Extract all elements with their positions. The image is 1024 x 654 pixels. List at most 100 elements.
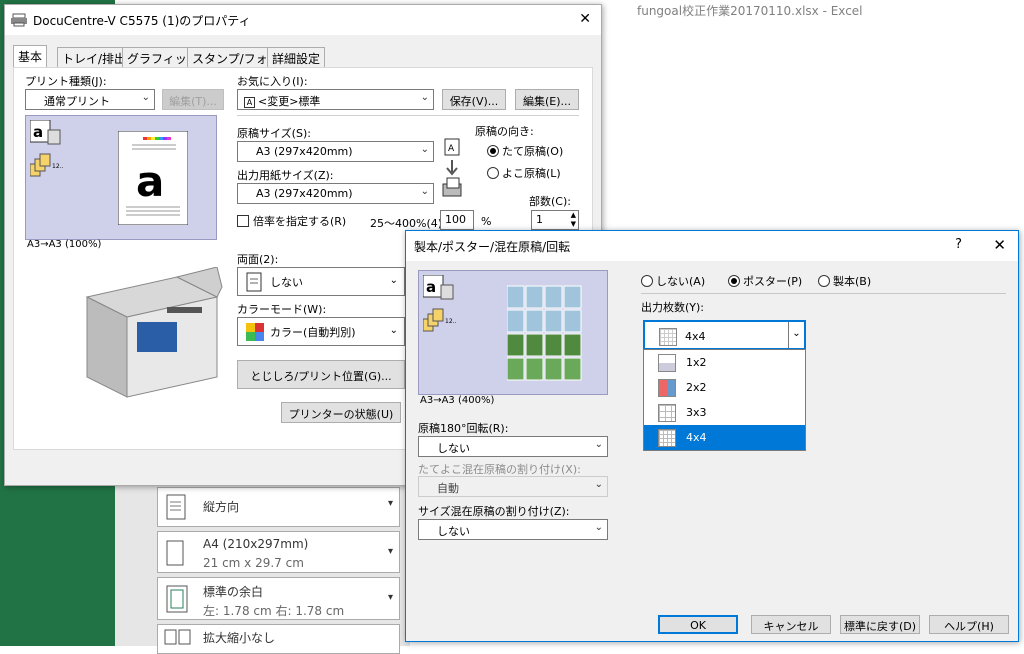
page-portrait-icon xyxy=(166,494,186,520)
dialog-preview-caption: A3→A3 (400%) xyxy=(420,395,495,406)
mode-poster-radio[interactable]: ポスター(P) xyxy=(728,273,802,289)
reset-defaults-button[interactable]: 標準に戻す(D) xyxy=(840,615,920,634)
divider xyxy=(641,293,1006,294)
multifunction-printer-image xyxy=(85,267,223,398)
out-size-label: 出力用紙サイズ(Z): xyxy=(237,169,334,182)
rotate-select[interactable]: しない ⌄ xyxy=(418,436,608,457)
size-conversion-icon: A xyxy=(442,138,462,197)
dialog-title: 製本/ポスター/混在原稿/回転 xyxy=(414,239,571,254)
mode-none-radio[interactable]: しない(A) xyxy=(641,273,705,289)
option-1x2[interactable]: 1x2 xyxy=(644,350,805,375)
chevron-down-icon: ⌄ xyxy=(389,275,398,286)
tab-tray-output[interactable]: トレイ/排出 xyxy=(57,47,132,67)
scaling-icon xyxy=(164,629,191,645)
dialog-title-bar: 製本/ポスター/混在原稿/回転 ? ✕ xyxy=(406,231,1018,261)
preview-caption: A3→A3 (100%) xyxy=(27,239,102,250)
scale-range-label: 25〜400%(4): xyxy=(370,217,446,230)
mixed-size-select[interactable]: しない ⌄ xyxy=(418,519,608,540)
print-setting-margins[interactable]: 標準の余白 左: 1.78 cm 右: 1.78 cm ▾ xyxy=(157,577,400,620)
duplex-label: 両面(2): xyxy=(237,253,279,266)
close-icon[interactable]: ✕ xyxy=(579,11,591,27)
cancel-button[interactable]: キャンセル xyxy=(751,615,831,634)
print-setting-main: A4 (210x297mm) xyxy=(203,537,309,551)
orig-size-select[interactable]: A3 (297x420mm) ⌄ xyxy=(237,141,434,162)
svg-text:a: a xyxy=(136,157,164,206)
print-setting-main: 拡大縮小なし xyxy=(203,631,276,645)
print-setting-main: 縦方向 xyxy=(203,500,240,514)
scale-checkbox[interactable]: 倍率を指定する(R) xyxy=(237,213,346,229)
properties-title: DocuCentre-V C5575 (1)のプロパティ xyxy=(33,13,251,28)
binding-position-button[interactable]: とじしろ/プリント位置(G)... xyxy=(237,360,405,389)
svg-text:12..: 12.. xyxy=(445,318,457,325)
tile-1x2-icon xyxy=(658,353,676,372)
color-auto-icon xyxy=(246,322,264,341)
mode-booklet-radio[interactable]: 製本(B) xyxy=(818,273,871,289)
svg-text:A: A xyxy=(448,144,455,154)
scale-input[interactable]: 100 xyxy=(440,210,474,230)
print-type-label: プリント種類(J): xyxy=(25,75,107,88)
close-icon[interactable]: ✕ xyxy=(993,236,1006,254)
poster-dialog: 製本/ポスター/混在原稿/回転 ? ✕ a 12.. A3→A3 (400%) … xyxy=(405,230,1019,642)
chevron-down-icon: ▾ xyxy=(387,592,393,603)
print-setting-sub: 21 cm x 29.7 cm xyxy=(203,556,304,570)
dialog-print-preview: a 12.. xyxy=(418,270,608,395)
print-type-select[interactable]: 通常プリント ⌄ xyxy=(25,89,155,110)
option-3x3[interactable]: 3x3 xyxy=(644,400,805,425)
mixed-orientation-select[interactable]: 自動 ⌄ xyxy=(418,476,608,497)
chevron-down-icon: ▾ xyxy=(387,546,393,557)
orientation-label: 原稿の向き: xyxy=(475,125,534,138)
single-side-icon xyxy=(246,272,262,291)
poster-tiles-image xyxy=(507,285,582,381)
output-count-dropdown: 1x2 2x2 3x3 4x4 xyxy=(643,349,806,451)
edit-e-button[interactable]: 編集(E)... xyxy=(515,89,579,110)
copies-label: 部数(C): xyxy=(529,195,571,208)
save-button[interactable]: 保存(V)... xyxy=(442,89,506,110)
tab-advanced[interactable]: 詳細設定 xyxy=(267,47,326,67)
svg-text:a: a xyxy=(33,123,43,141)
chevron-down-icon: ⌄ xyxy=(594,479,603,490)
help-icon[interactable]: ? xyxy=(955,237,962,252)
orientation-landscape-radio[interactable]: よこ原稿(L) xyxy=(487,165,561,181)
favorites-select[interactable]: A <変更>標準 ⌄ xyxy=(237,89,434,110)
chevron-down-icon: ⌄ xyxy=(594,439,603,450)
spinner-arrows-icon[interactable]: ▲ ▼ xyxy=(571,211,576,229)
svg-text:a: a xyxy=(426,278,436,296)
chevron-down-icon: ⌄ xyxy=(141,92,150,103)
chevron-down-icon: ⌄ xyxy=(420,186,429,197)
print-setting-scaling[interactable]: 拡大縮小なし xyxy=(157,624,400,654)
orig-size-label: 原稿サイズ(S): xyxy=(237,127,311,140)
print-setting-paper[interactable]: A4 (210x297mm) 21 cm x 29.7 cm ▾ xyxy=(157,531,400,573)
tile-4x4-icon xyxy=(658,428,676,447)
output-count-select[interactable]: 4x4 ⌄ xyxy=(643,320,806,350)
color-mode-label: カラーモード(W): xyxy=(237,303,327,316)
option-4x4[interactable]: 4x4 xyxy=(644,425,805,450)
print-setting-sub: 左: 1.78 cm 右: 1.78 cm xyxy=(203,604,345,618)
divider xyxy=(237,115,579,116)
option-2x2[interactable]: 2x2 xyxy=(644,375,805,400)
orientation-portrait-radio[interactable]: たて原稿(O) xyxy=(487,143,563,159)
mixed-size-label: サイズ混在原稿の割り付け(Z): xyxy=(418,505,570,518)
mixed-orientation-label: たてよこ混在原稿の割り付け(X): xyxy=(418,463,581,476)
printer-icon xyxy=(11,13,27,27)
duplex-select[interactable]: しない ⌄ xyxy=(237,267,405,296)
out-size-select[interactable]: A3 (297x420mm) ⌄ xyxy=(237,183,434,204)
printer-status-button[interactable]: プリンターの状態(U) xyxy=(281,402,401,423)
document-a-icon: a xyxy=(30,120,61,145)
page-icon xyxy=(166,540,184,566)
collate-stack-icon: 12.. xyxy=(30,153,64,177)
copies-spinner[interactable]: 1 ▲ ▼ xyxy=(531,210,579,230)
print-setting-orientation[interactable]: 縦方向 ▾ xyxy=(157,487,400,527)
page-preview-image: a xyxy=(118,131,188,225)
help-button[interactable]: ヘルプ(H) xyxy=(929,615,1009,634)
chevron-down-icon: ⌄ xyxy=(420,144,429,155)
edit-t-button[interactable]: 編集(T)... xyxy=(162,89,224,110)
ok-button[interactable]: OK xyxy=(658,615,738,634)
tab-basic[interactable]: 基本 xyxy=(13,45,48,68)
document-a-icon: a xyxy=(423,275,454,300)
excel-window-title: fungoal校正作業20170110.xlsx - Excel xyxy=(637,4,863,18)
output-count-label: 出力枚数(Y): xyxy=(641,301,705,314)
tile-2x2-icon xyxy=(658,378,676,397)
chevron-down-icon: ⌄ xyxy=(389,325,398,336)
chevron-down-icon: ⌄ xyxy=(420,92,429,103)
color-mode-select[interactable]: カラー(自動判別) ⌄ xyxy=(237,317,405,346)
